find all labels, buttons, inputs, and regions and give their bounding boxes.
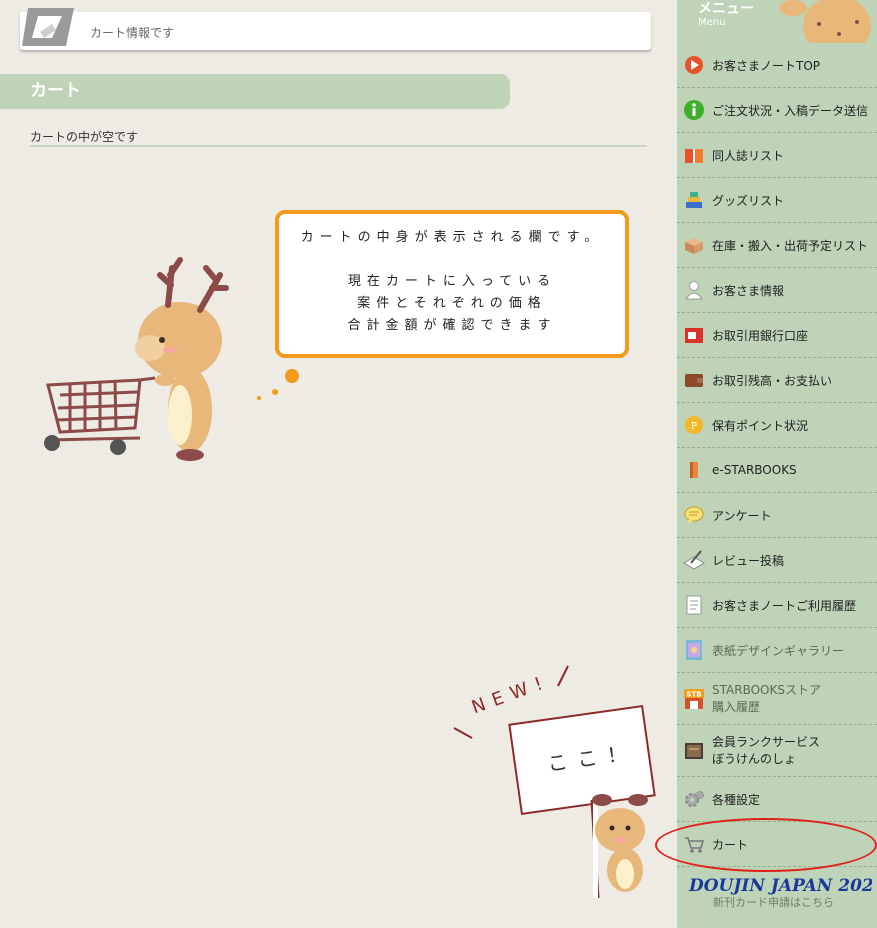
menu-subtitle: Menu [698, 17, 726, 28]
sidebar-item-customer-info[interactable]: お客さま情報 [677, 268, 877, 313]
sidebar-item-doujinshi-list[interactable]: 同人誌リスト [677, 133, 877, 178]
menu-header: メニュー Menu [677, 0, 877, 43]
sidebar-item-usage-history[interactable]: お客さまノートご利用履歴 [677, 583, 877, 628]
store-icon: STB [684, 688, 704, 709]
menu-title: メニュー [698, 1, 754, 17]
header-text: カート情報です [90, 26, 175, 40]
bubble-line-1: カートの中身が表示される欄です。 [300, 230, 604, 245]
sidebar-item-cover-gallery[interactable]: 表紙デザインギャラリー [677, 628, 877, 673]
cart-empty-message: カートの中が空です [30, 130, 139, 144]
sidebar-item-member-rank[interactable]: 会員ランクサービス ぼうけんのしょ [677, 725, 877, 777]
sidebar-item-label: 各種設定 [712, 792, 761, 807]
point-icon: P [685, 416, 703, 434]
page-title: カート [0, 74, 510, 109]
sidebar-item-label: お取引残高・お支払い [712, 373, 833, 388]
sidebar-item-goods-list[interactable]: グッズリスト [677, 178, 877, 223]
sidebar-item-label: 在庫・搬入・出荷予定リスト [712, 238, 869, 253]
box-icon [685, 238, 703, 254]
sidebar-item-label: お取引用銀行口座 [712, 328, 809, 343]
sidebar-item-label: お客さまノートTOP [712, 58, 821, 73]
user-icon [685, 281, 703, 300]
sidebar-item-stock[interactable]: 在庫・搬入・出荷予定リスト [677, 223, 877, 268]
sidebar-item-points[interactable]: P 保有ポイント状況 [677, 403, 877, 448]
sidebar-item-label-2: ぼうけんのしょ [712, 751, 797, 766]
menu-list: お客さまノートTOP ご注文状況・入稿データ送信 同人誌リスト グッズリスト 在… [677, 43, 877, 867]
rank-icon [685, 742, 703, 759]
sidebar-item-label: STARBOOKSストア [712, 682, 821, 697]
doujin-japan-logo-text: DOUJIN JAPAN 2020 [688, 876, 872, 896]
deer-sign-illustration [590, 794, 648, 899]
svg-text:STB: STB [686, 690, 701, 698]
bubble-line-2: 現在カートに入っている [347, 274, 557, 289]
sidebar-item-label: 会員ランクサービス [712, 734, 821, 749]
sidebar-item-bank-account[interactable]: お取引用銀行口座 [677, 313, 877, 358]
banner-caption: 新刊カード申請はこちら [713, 896, 834, 909]
deer-head-icon [779, 0, 871, 43]
speech-bubble: カートの中身が表示される欄です。 現在カートに入っている 案件とそれぞれの価格 … [275, 210, 629, 358]
info-icon [684, 100, 704, 120]
sidebar-item-settings[interactable]: 各種設定 [677, 777, 877, 822]
deer-cart-illustration [44, 257, 229, 461]
svg-text:P: P [691, 421, 697, 432]
sidebar-item-starbooks-store[interactable]: STB STARBOOKSストア 購入履歴 [677, 673, 877, 725]
sidebar-item-label: 表紙デザインギャラリー [712, 643, 845, 658]
sidebar-item-label-group: STARBOOKSストア 購入履歴 [712, 682, 821, 716]
sidebar-item-balance-payment[interactable]: お取引残高・お支払い [677, 358, 877, 403]
sidebar-item-label: グッズリスト [712, 193, 785, 208]
goods-icon [686, 192, 702, 208]
pencil-tab-icon [22, 8, 74, 46]
history-icon [686, 595, 702, 615]
survey-icon [684, 506, 704, 525]
sidebar-menu: メニュー Menu お客さまノートTOP ご注文状況・入稿データ送信 同人誌リス… [677, 0, 877, 928]
cart-highlight-circle [655, 818, 877, 872]
sidebar-item-label: レビュー投稿 [712, 553, 785, 568]
wallet-icon [685, 374, 703, 387]
bank-icon [685, 328, 703, 343]
sidebar-item-label: e-STARBOOKS [712, 463, 797, 477]
sidebar-item-label: 同人誌リスト [712, 148, 785, 163]
sidebar-item-label: 保有ポイント状況 [712, 418, 809, 433]
sidebar-item-label: お客さま情報 [712, 283, 785, 298]
gear-icon [685, 791, 704, 807]
sidebar-item-e-starbooks[interactable]: e-STARBOOKS [677, 448, 877, 493]
doujin-japan-logo: DOUJIN JAPAN 2020 [688, 876, 872, 896]
play-icon [685, 56, 703, 74]
bubble-line-3: 案件とそれぞれの価格 [357, 296, 547, 311]
bubble-line-4: 合計金額が確認できます [347, 318, 557, 333]
gallery-icon [686, 640, 702, 660]
doujin-japan-banner[interactable]: DOUJIN JAPAN 2020 新刊カード申請はこちら [677, 868, 877, 928]
sidebar-item-label-2: 購入履歴 [712, 699, 761, 714]
review-icon [683, 550, 705, 570]
sidebar-item-label: お客さまノートご利用履歴 [712, 598, 857, 613]
ebook-icon [690, 462, 698, 478]
book-icon [685, 149, 703, 163]
sidebar-item-label-group: 会員ランクサービス ぼうけんのしょ [712, 734, 820, 768]
sidebar-item-review[interactable]: レビュー投稿 [677, 538, 877, 583]
sidebar-item-top[interactable]: お客さまノートTOP [677, 43, 877, 88]
sidebar-item-order-status[interactable]: ご注文状況・入稿データ送信 [677, 88, 877, 133]
divider [30, 145, 647, 147]
sidebar-item-survey[interactable]: アンケート [677, 493, 877, 538]
sidebar-item-label: ご注文状況・入稿データ送信 [712, 103, 869, 118]
sidebar-item-label: アンケート [712, 508, 772, 523]
thought-dots [257, 369, 299, 400]
